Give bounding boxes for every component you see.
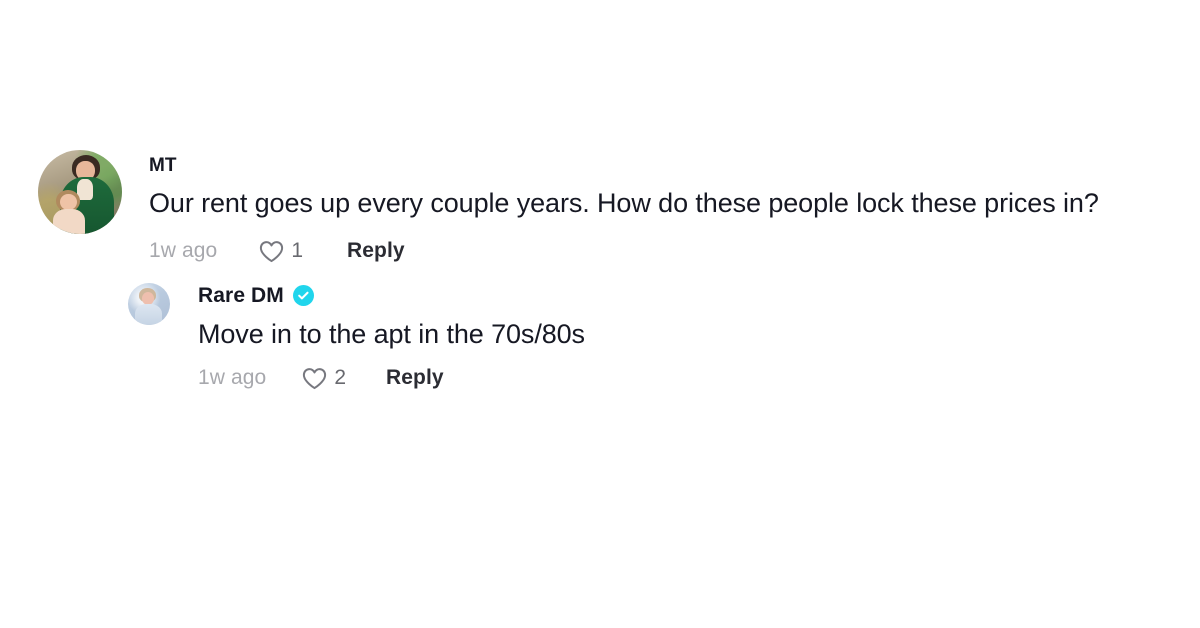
like-button[interactable]: 2	[302, 366, 346, 390]
avatar-detail	[53, 208, 86, 234]
avatar[interactable]	[128, 283, 170, 326]
comment-timestamp: 1w ago	[149, 239, 218, 263]
reply-author-row: Rare DM	[198, 284, 585, 307]
comment-author-row: MT	[149, 155, 1099, 177]
heart-outline-icon	[303, 368, 327, 390]
avatar-detail	[59, 193, 77, 211]
like-button[interactable]: 1	[259, 239, 303, 263]
comment-body: MT Our rent goes up every couple years. …	[149, 150, 1099, 263]
heart-outline-icon	[260, 240, 284, 262]
comment-text: Our rent goes up every couple years. How…	[149, 187, 1099, 218]
reply-timestamp: 1w ago	[198, 366, 267, 390]
reply-username[interactable]: Rare DM	[198, 284, 284, 307]
reply-item: Rare DM Move in to the apt in the 70s/80…	[0, 263, 1200, 390]
comment-item: MT Our rent goes up every couple years. …	[0, 0, 1200, 263]
like-count: 1	[291, 239, 304, 263]
avatar-detail	[134, 304, 163, 326]
reply-button[interactable]: Reply	[386, 366, 444, 390]
avatar[interactable]	[38, 150, 122, 234]
avatar-detail	[141, 291, 155, 305]
reply-button[interactable]: Reply	[347, 239, 405, 263]
reply-body: Rare DM Move in to the apt in the 70s/80…	[198, 283, 585, 390]
comment-username[interactable]: MT	[149, 155, 177, 177]
like-count: 2	[334, 366, 347, 390]
verified-check-icon	[292, 285, 314, 307]
comment-thread: MT Our rent goes up every couple years. …	[0, 0, 1200, 390]
reply-text: Move in to the apt in the 70s/80s	[198, 319, 585, 350]
comment-meta-row: 1w ago 1 Reply	[149, 239, 1099, 263]
reply-meta-row: 1w ago 2 Reply	[198, 366, 585, 390]
